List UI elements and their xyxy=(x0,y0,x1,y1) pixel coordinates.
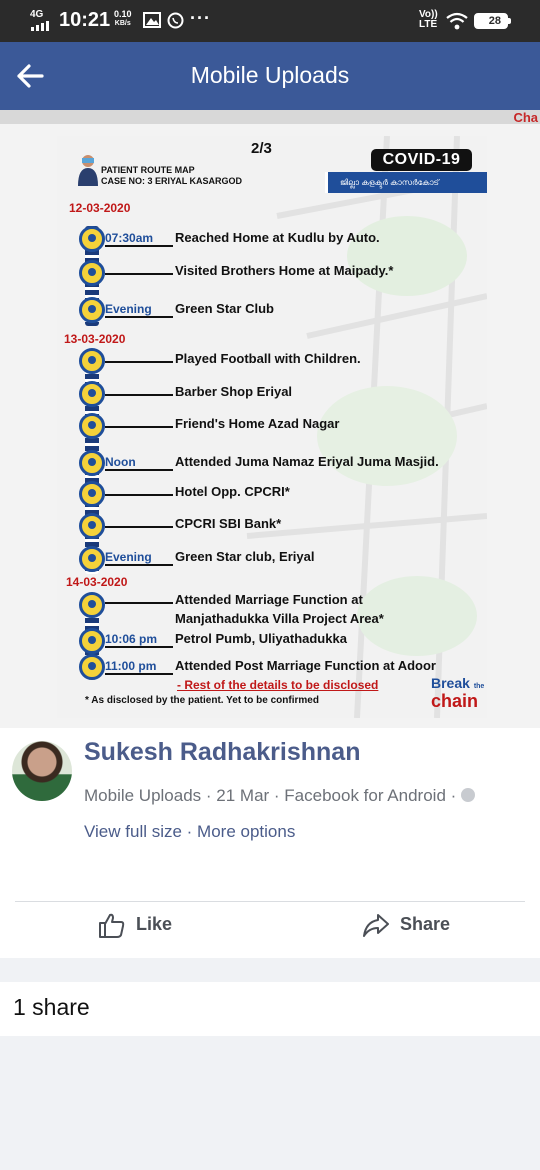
page-title: Mobile Uploads xyxy=(190,62,350,88)
more-notifications-icon: ··· xyxy=(190,8,211,28)
location-pin-icon xyxy=(79,654,105,680)
page-indicator: 2/3 xyxy=(251,140,272,157)
divider xyxy=(15,901,525,902)
share-button[interactable]: Share xyxy=(362,914,450,937)
status-bar: 4G 10:21 0.10 KB/s ··· Vo)) LTE 28 xyxy=(0,0,540,42)
location-pin-icon xyxy=(79,297,105,323)
clock: 10:21 xyxy=(59,9,111,31)
date-label: 13-03-2020 xyxy=(64,332,126,346)
avatar[interactable] xyxy=(12,741,72,801)
location-pin-icon xyxy=(79,513,105,539)
signal-icon xyxy=(31,21,49,31)
covid-badge: COVID-19 xyxy=(371,149,472,171)
share-count[interactable]: 1 share xyxy=(0,982,540,1036)
network-type: 4G xyxy=(30,9,44,20)
rest-details-note: - Rest of the details to be disclosed xyxy=(177,678,379,692)
route-entry: 10:06 pm Petrol Pumb, Uliyathadukka xyxy=(105,631,347,648)
route-entry: CPCRI SBI Bank* xyxy=(105,516,281,531)
like-button[interactable]: Like xyxy=(98,913,172,938)
photo-viewer[interactable]: Cha 2/3 PATIENT ROUTE MAP CASE NO: 3 ERI… xyxy=(0,110,540,728)
location-pin-icon xyxy=(79,546,105,572)
background-map-strip xyxy=(0,110,540,124)
date-label: 12-03-2020 xyxy=(69,201,131,215)
location-pin-icon xyxy=(79,348,105,374)
photo-links[interactable]: View full size · More options xyxy=(84,822,295,842)
route-entry: Played Football with Children. xyxy=(105,351,361,366)
route-entry: Attended Marriage Function at xyxy=(105,592,363,607)
battery-icon: 28 xyxy=(474,13,511,29)
patient-icon xyxy=(78,155,98,186)
route-entry-continuation: Manjathadukka Villa Project Area* xyxy=(175,611,384,626)
location-pin-icon xyxy=(79,481,105,507)
app-bar: Mobile Uploads xyxy=(0,42,540,110)
globe-icon xyxy=(461,788,476,802)
route-map-poster[interactable]: 2/3 PATIENT ROUTE MAP CASE NO: 3 ERIYAL … xyxy=(57,136,487,718)
thumbs-up-icon xyxy=(99,913,125,938)
route-entry: Friend's Home Azad Nagar xyxy=(105,416,339,431)
gallery-icon xyxy=(143,12,161,28)
author-name[interactable]: Sukesh Radhakrishnan xyxy=(84,738,360,767)
route-entry: Hotel Opp. CPCRI* xyxy=(105,484,290,499)
route-entry: Evening Green Star Club xyxy=(105,301,274,318)
network-speed: 0.10 KB/s xyxy=(114,9,132,28)
route-entry: Barber Shop Eriyal xyxy=(105,384,292,399)
location-pin-icon xyxy=(79,260,105,286)
wifi-icon xyxy=(446,12,468,30)
district-collector-banner: ജില്ലാ കളക്ടർ കാസർകോട് xyxy=(325,172,487,193)
location-pin-icon xyxy=(79,413,105,439)
background-chain-text: Cha xyxy=(513,110,538,125)
share-arrow-icon xyxy=(363,914,389,937)
poster-header: PATIENT ROUTE MAP CASE NO: 3 ERIYAL KASA… xyxy=(101,165,243,186)
volte-indicator: Vo)) LTE xyxy=(419,9,438,30)
location-pin-icon xyxy=(79,450,105,476)
post-card: Sukesh Radhakrishnan Mobile Uploads · 21… xyxy=(0,728,540,958)
location-pin-icon xyxy=(79,628,105,654)
disclaimer-note: * As disclosed by the patient. Yet to be… xyxy=(85,695,319,706)
break-the-chain-logo: Break the chain xyxy=(431,675,485,711)
route-entry: Evening Green Star club, Eriyal xyxy=(105,549,315,566)
date-label: 14-03-2020 xyxy=(66,575,128,589)
whatsapp-icon xyxy=(167,12,184,29)
route-entry: 07:30am Reached Home at Kudlu by Auto. xyxy=(105,230,380,247)
location-pin-icon xyxy=(79,381,105,407)
route-entry: Noon Attended Juma Namaz Eriyal Juma Masj… xyxy=(105,454,439,471)
post-meta: Mobile Uploads · 21 Mar · Facebook for A… xyxy=(84,786,476,806)
location-pin-icon xyxy=(79,226,105,252)
route-entry: Visited Brothers Home at Maipady.* xyxy=(105,263,393,278)
route-entry: 11:00 pm Attended Post Marriage Function … xyxy=(105,658,436,675)
location-pin-icon xyxy=(79,592,105,618)
